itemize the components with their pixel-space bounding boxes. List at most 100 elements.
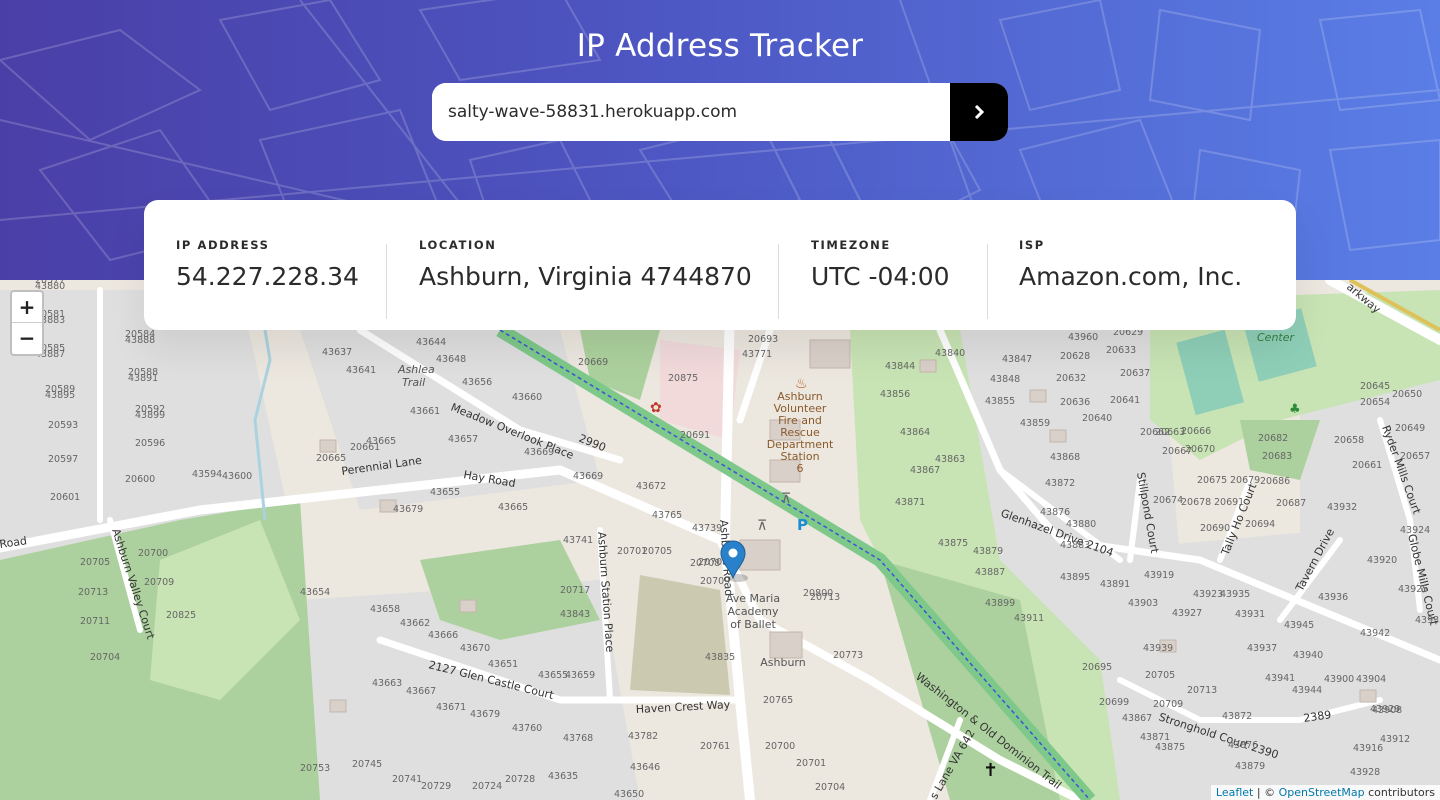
house-number-label: 20658	[1334, 435, 1364, 446]
house-number-label: 20670	[1185, 444, 1215, 455]
divider	[778, 244, 779, 319]
house-number-label: 20700	[138, 548, 168, 559]
house-number-label: 20709	[1153, 699, 1183, 710]
house-number-label: 20728	[505, 774, 535, 785]
stat-label: IP ADDRESS	[176, 238, 270, 252]
house-number-label: 43771	[742, 349, 772, 360]
house-number-label: 43887	[975, 567, 1005, 578]
house-number-label: 20661	[350, 442, 380, 453]
house-number-label: 20597	[48, 454, 78, 465]
house-number-label: 43867	[910, 465, 940, 476]
house-number-label: 43931	[1235, 609, 1265, 620]
map-attribution: Leaflet | © OpenStreetMap contributors	[1210, 785, 1440, 800]
house-number-label: 43899	[985, 598, 1015, 609]
house-number-label: 43663	[372, 678, 402, 689]
house-number-label: 20705	[1145, 670, 1175, 681]
house-number-label: 20661	[1352, 460, 1382, 471]
search-input[interactable]	[432, 83, 950, 141]
house-number-label: 20704	[90, 652, 120, 663]
search-submit-button[interactable]	[950, 83, 1008, 141]
house-number-label: 43935	[1220, 589, 1250, 600]
house-number-label: 20678	[1181, 497, 1211, 508]
stat-label: LOCATION	[419, 238, 497, 252]
house-number-label: 43835	[705, 652, 735, 663]
house-number-label: 20693	[748, 334, 778, 345]
house-number-label: 43932	[1327, 502, 1357, 513]
house-number-label: 43856	[880, 389, 910, 400]
stat-value: UTC -04:00	[811, 262, 950, 291]
house-number-label: 20600	[125, 474, 155, 485]
map-label: of Ballet	[730, 618, 776, 631]
house-number-label: 43923	[1193, 589, 1223, 600]
house-number-label: 20682	[1258, 433, 1288, 444]
house-number-label: 43666	[428, 630, 458, 641]
house-number-label: 20704	[815, 782, 845, 793]
house-number-label: 43844	[885, 361, 915, 372]
house-number-label: 43655	[430, 487, 460, 498]
house-number-label: 43927	[1172, 608, 1202, 619]
house-number-label: 20687	[1276, 498, 1306, 509]
house-number-label: 43651	[488, 659, 518, 670]
house-number-label: 43880	[1066, 519, 1096, 530]
house-number-label: 43650	[614, 789, 644, 800]
zoom-in-button[interactable]: +	[12, 292, 42, 323]
map[interactable]: ✿ ♨ ✝ ⊼ ⊼ ♣ Perennial Lane Hay Road Mead…	[0, 280, 1440, 800]
house-number-label: 43891	[1100, 579, 1130, 590]
house-number-label: 20701	[796, 758, 826, 769]
house-number-label: 43879	[973, 546, 1003, 557]
house-number-label: 43929	[1370, 704, 1400, 715]
house-number-label: 43924	[1400, 525, 1430, 536]
osm-link[interactable]: OpenStreetMap	[1279, 786, 1365, 799]
divider	[987, 244, 988, 319]
house-number-label: 20665	[316, 453, 346, 464]
house-number-label: 20640	[1082, 413, 1112, 424]
house-number-label: 20711	[80, 616, 110, 627]
divider	[386, 244, 387, 319]
house-number-label: 43888	[125, 335, 155, 346]
map-label: Center	[1257, 331, 1296, 344]
map-label: Trail	[402, 376, 425, 389]
house-number-label: 43940	[1293, 650, 1323, 661]
leaflet-link[interactable]: Leaflet	[1216, 786, 1253, 799]
stat-value: Ashburn, Virginia 4744870	[419, 262, 752, 291]
house-number-label: 43911	[1014, 613, 1044, 624]
house-number-label: 43843	[560, 609, 590, 620]
house-number-label: 43660	[512, 392, 542, 403]
church-icon: ✝	[983, 760, 998, 781]
house-number-label: 43635	[548, 771, 578, 782]
house-number-label: 20695	[1082, 662, 1112, 673]
house-number-label: 43679	[393, 504, 423, 515]
house-number-label: 43928	[1350, 767, 1380, 778]
paw-icon: ✿	[650, 400, 662, 416]
map-label: Ave Maria	[726, 592, 780, 605]
house-number-label: 43864	[900, 427, 930, 438]
house-number-label: 43895	[45, 390, 75, 401]
house-number-label: 43739	[692, 523, 722, 534]
house-number-label: 43876	[1040, 507, 1070, 518]
house-number-label: 20666	[1181, 426, 1211, 437]
house-number-label: 20601	[50, 492, 80, 503]
house-number-label: 20700	[765, 741, 795, 752]
house-number-label: 43637	[322, 347, 352, 358]
stat-label: ISP	[1019, 238, 1045, 252]
house-number-label: 20709	[700, 576, 730, 587]
house-number-label: 20773	[833, 650, 863, 661]
ip-info-card: IP ADDRESS 54.227.228.34 LOCATION Ashbur…	[144, 200, 1296, 330]
map-canvas[interactable]: ✿ ♨ ✝ ⊼ ⊼ ♣ Perennial Lane Hay Road Mead…	[0, 280, 1440, 800]
house-number-label: 20765	[763, 695, 793, 706]
zoom-out-button[interactable]: −	[12, 323, 42, 353]
house-number-label: 43891	[128, 373, 158, 384]
house-number-label: 20593	[48, 420, 78, 431]
house-number-label: 43883	[1060, 540, 1090, 551]
house-number-label: 20699	[1099, 697, 1129, 708]
house-number-label: 43945	[1284, 620, 1314, 631]
parking-icon: P	[797, 516, 808, 534]
map-label: Academy	[727, 605, 779, 618]
house-number-label: 43895	[1060, 572, 1090, 583]
house-number-label: 20628	[1060, 351, 1090, 362]
house-number-label: 43942	[1360, 628, 1390, 639]
house-number-label: 43656	[462, 377, 492, 388]
house-number-label: 43937	[1247, 643, 1277, 654]
house-number-label: 20705	[642, 546, 672, 557]
house-number-label: 20724	[472, 781, 502, 792]
